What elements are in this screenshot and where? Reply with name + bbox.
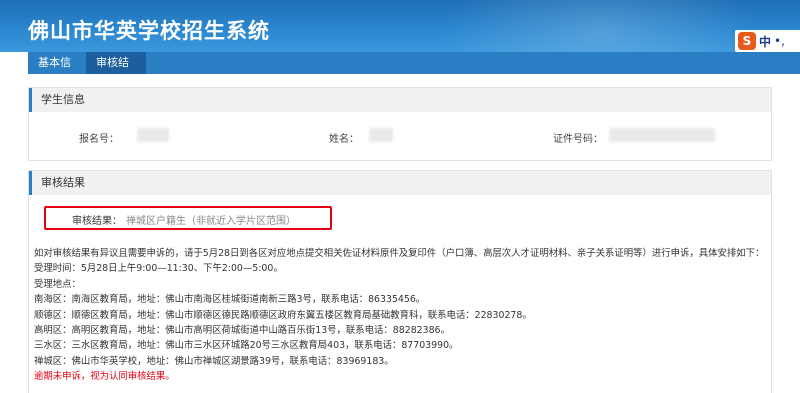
notice-line: 顺德区：顺德区教育局，地址：佛山市顺德区德民路顺德区政府东翼五楼区教育局基础教育… (34, 309, 532, 321)
notice-warning: 逾期未申诉，视为认同审核结果。 (34, 371, 175, 383)
review-result-highlight: 审核结果： 禅城区户籍生（非就近入学片区范围） (44, 206, 332, 230)
registration-number-label: 报名号： (79, 134, 119, 145)
notice-line: 如对审核结果有异议且需要申诉的，请于5月28日到各区对应地点提交相关佐证材料原件… (34, 248, 765, 259)
ime-toolbar[interactable]: S 中 •, (735, 30, 800, 52)
id-number-value-redacted (609, 128, 715, 142)
notice-line: 受理地点： (34, 278, 81, 290)
name-label: 姓名： (329, 134, 359, 145)
name-value-redacted (369, 128, 393, 142)
review-result-value: 禅城区户籍生（非就近入学片区范围） (126, 216, 296, 227)
student-info-row: 报名号： 姓名： 证件号码： (29, 128, 773, 145)
header-decoration (440, 0, 760, 52)
review-result-heading: 审核结果 (29, 171, 771, 195)
app-title: 佛山市华英学校招生系统 (28, 19, 270, 43)
student-info-heading: 学生信息 (29, 88, 771, 112)
app-header: 佛山市华英学校招生系统 (0, 0, 800, 52)
tab-review-result[interactable]: 审核结果 (86, 52, 146, 91)
notice-line: 南海区：南海区教育局，地址：佛山市南海区桂城街道南新三路3号，联系电话：8633… (34, 294, 426, 306)
notice-line: 三水区：三水区教育局，地址：佛山市三水区环城路20号三水区教育局403，联系电话… (34, 340, 459, 352)
notice-line: 禅城区：佛山市华英学校，地址：佛山市禅城区湖景路39号，联系电话：8396918… (34, 355, 394, 367)
notice-line: 受理时间：5月28日上午9:00—11:30、下午2:00—5:00。 (34, 263, 283, 275)
ime-language-indicator[interactable]: 中 (759, 33, 771, 50)
appeal-notice: 如对审核结果有异议且需要申诉的，请于5月28日到各区对应地点提交相关佐证材料原件… (34, 246, 794, 385)
main-nav: 基本信息 审核结果 (28, 52, 800, 91)
notice-line: 高明区：高明区教育局，地址：佛山市高明区荷城街道中山路百乐街13号，联系电话：8… (34, 325, 450, 337)
review-result-label: 审核结果： (72, 216, 122, 227)
id-number-label: 证件号码： (553, 134, 603, 145)
tab-basic-info[interactable]: 基本信息 (28, 52, 86, 91)
sogou-logo-icon[interactable]: S (738, 32, 756, 50)
ime-punctuation-indicator[interactable]: •, (774, 34, 785, 48)
student-info-panel: 学生信息 报名号： 姓名： 证件号码： (28, 87, 772, 161)
registration-number-value-redacted (137, 128, 169, 142)
